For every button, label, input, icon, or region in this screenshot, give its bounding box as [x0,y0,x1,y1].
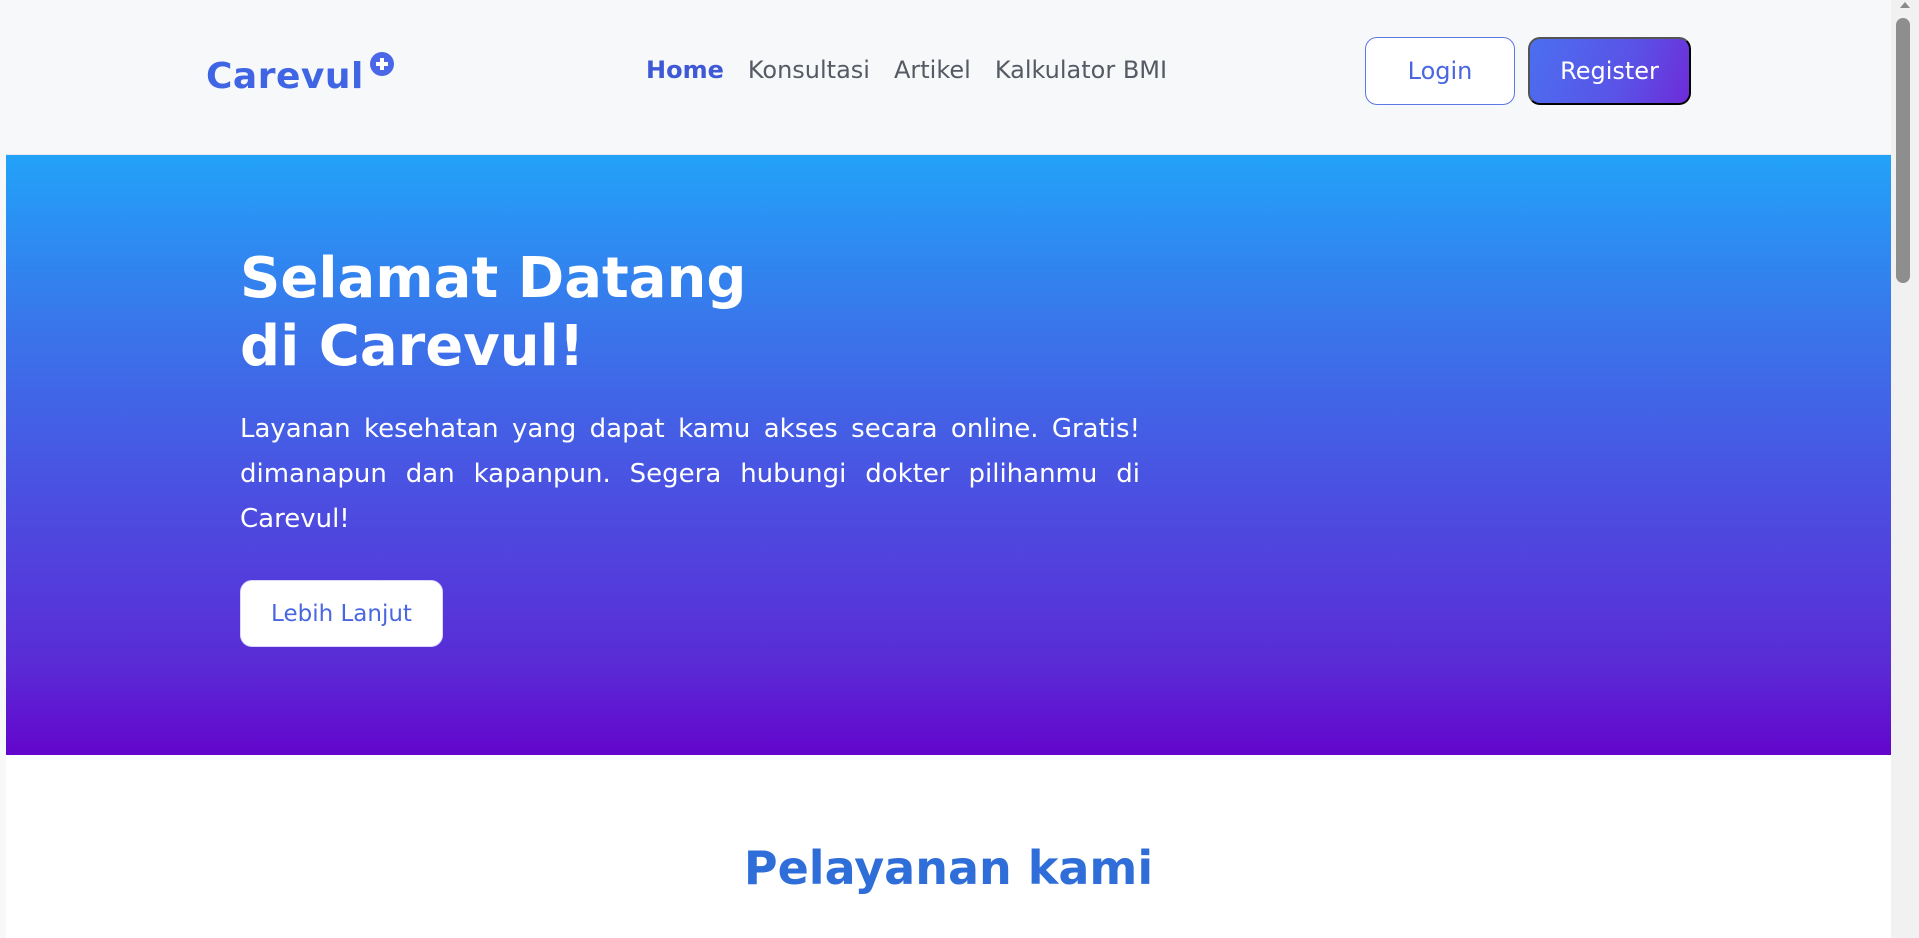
navbar: Carevul Home Konsultasi Artikel Kalkulat… [6,0,1891,155]
nav-link-artikel[interactable]: Artikel [894,56,971,84]
vertical-scrollbar[interactable] [1891,0,1919,938]
hero-title: Selamat Datang di Carevul! [240,245,747,381]
brand-name: Carevul [206,56,364,97]
nav-link-kalkulator-bmi[interactable]: Kalkulator BMI [995,56,1167,84]
services-heading: Pelayanan kami [743,841,1154,895]
hero-title-line-2: di Carevul! [240,314,585,379]
hero-description: Layanan kesehatan yang dapat kamu akses … [240,414,1140,534]
nav-link-konsultasi[interactable]: Konsultasi [748,56,870,84]
register-button[interactable]: Register [1528,37,1691,105]
plus-circle-icon [369,52,394,76]
login-button[interactable]: Login [1365,37,1515,105]
nav-link-home[interactable]: Home [646,56,724,84]
page: Carevul Home Konsultasi Artikel Kalkulat… [0,0,1919,938]
hero-title-line-1: Selamat Datang [240,246,747,311]
hero-section: Selamat Datang di Carevul! Layanan keseh… [6,155,1891,755]
main-nav: Home Konsultasi Artikel Kalkulator BMI [646,50,1167,90]
scrollbar-thumb[interactable] [1896,18,1910,283]
lebih-lanjut-button[interactable]: Lebih Lanjut [240,580,443,647]
brand-logo[interactable]: Carevul [206,52,394,102]
scroll-up-arrow-icon[interactable] [1900,2,1910,8]
